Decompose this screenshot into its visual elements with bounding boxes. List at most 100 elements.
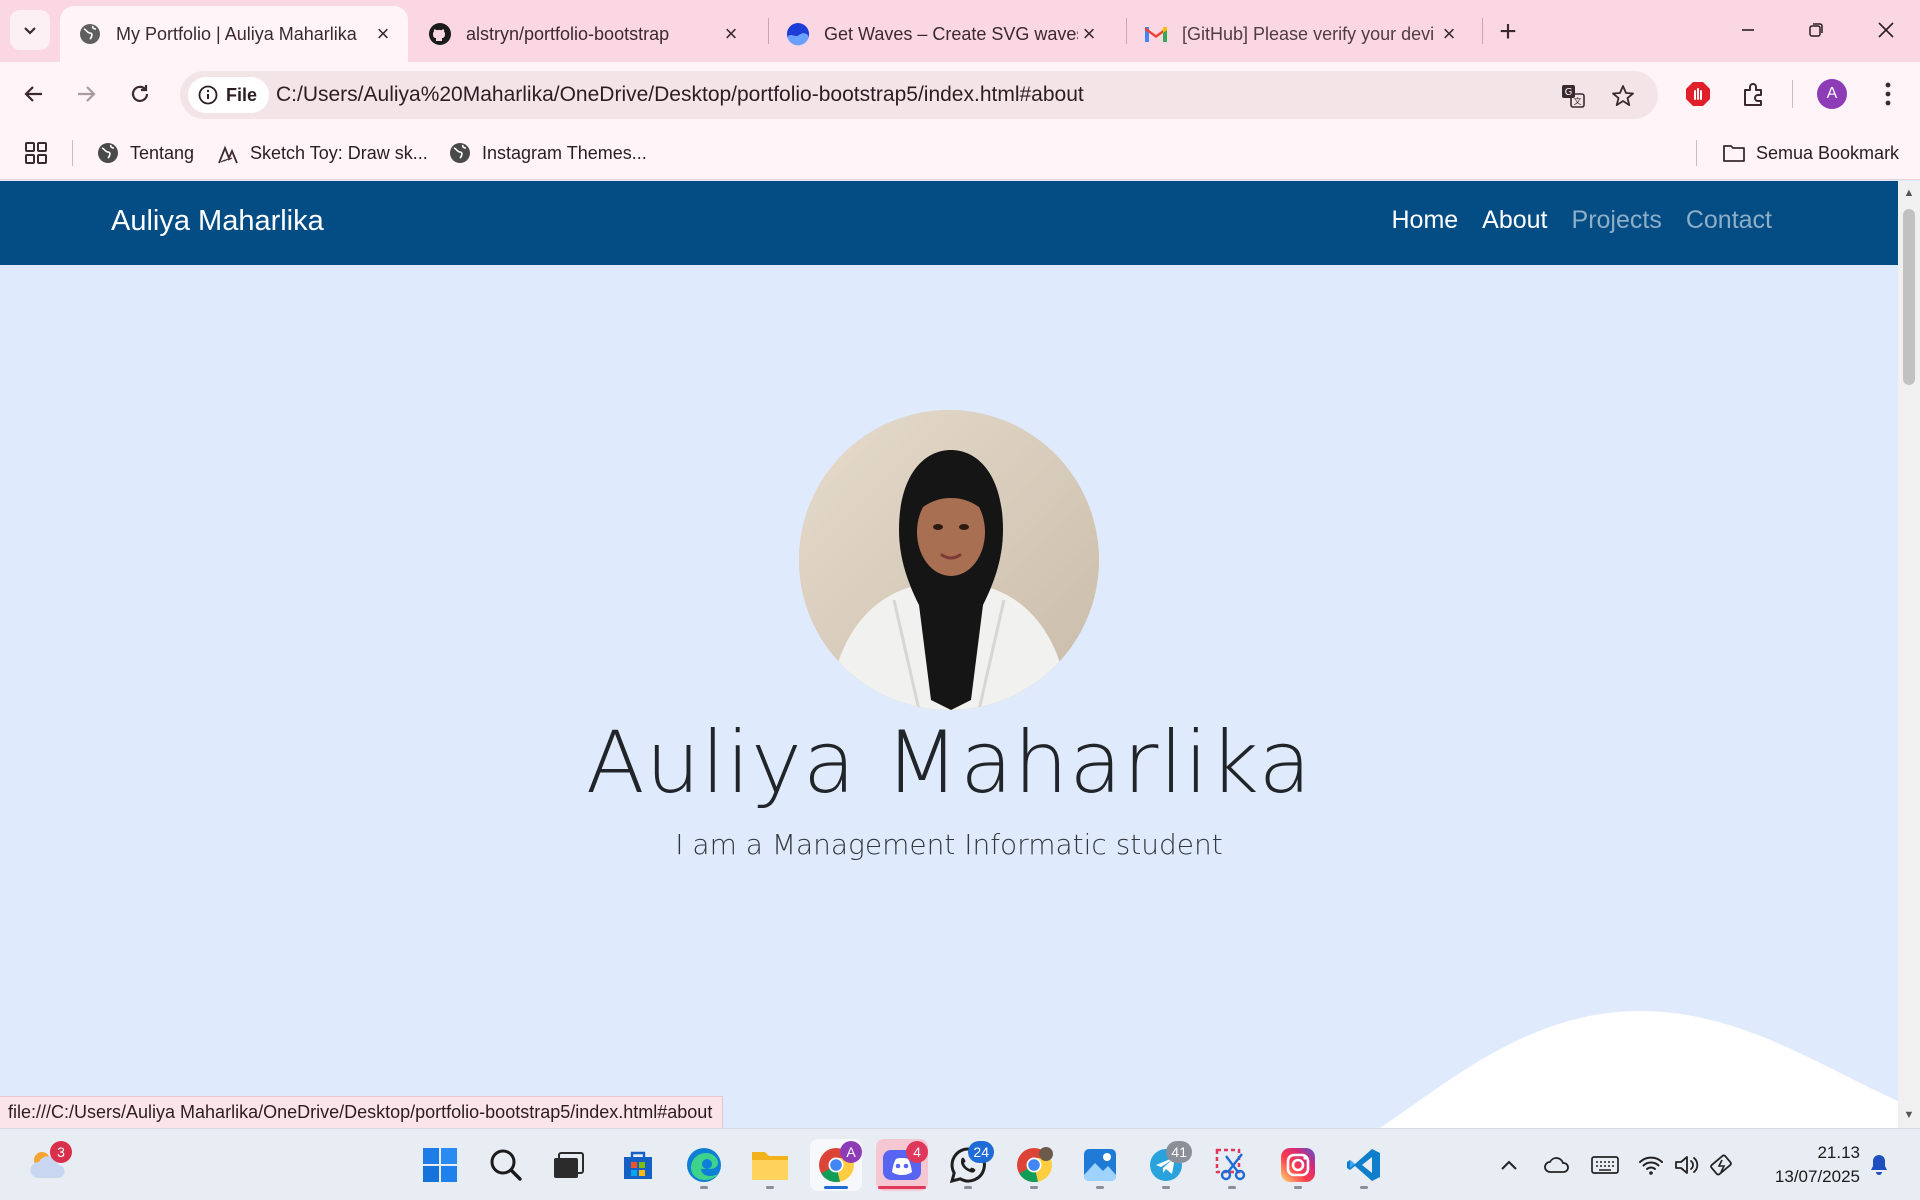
profile-badge: A [840, 1141, 862, 1163]
site-info-label: File [226, 84, 258, 105]
page-scrollbar[interactable]: ▲ ▼ [1898, 181, 1920, 1128]
arrow-right-icon [78, 86, 96, 102]
clock-time: 21.13 [1817, 1143, 1860, 1162]
whatsapp-app[interactable]: 24 [942, 1139, 994, 1191]
scrollbar-thumb[interactable] [1903, 209, 1915, 385]
system-clock[interactable]: 21.13 13/07/2025 [1754, 1141, 1860, 1189]
toolbar-divider [1792, 80, 1793, 108]
translate-icon[interactable]: G文 [1560, 83, 1586, 109]
bookmark-instagram-themes[interactable]: Instagram Themes... [448, 138, 647, 168]
status-url-bubble: file:///C:/Users/Auliya Maharlika/OneDri… [0, 1096, 724, 1128]
forward-button[interactable] [66, 74, 106, 114]
adblock-extension-icon[interactable] [1680, 76, 1716, 112]
menu-button[interactable] [1870, 76, 1906, 112]
restore-button[interactable] [1786, 8, 1846, 52]
new-tab-button[interactable]: + [1490, 14, 1526, 50]
weather-widget[interactable]: 3 [22, 1139, 74, 1191]
reload-icon [131, 85, 149, 102]
weather-badge: 3 [50, 1141, 72, 1163]
close-window-button[interactable] [1856, 8, 1916, 52]
volume-icon[interactable] [1672, 1151, 1702, 1179]
apps-button[interactable] [24, 138, 48, 168]
notifications-button[interactable] [1864, 1151, 1894, 1179]
bookmark-sketch-toy[interactable]: Sketch Toy: Draw sk... [216, 138, 428, 168]
show-hidden-icons-button[interactable] [1494, 1151, 1524, 1179]
vscode-icon [1347, 1149, 1380, 1181]
edge-app[interactable] [678, 1139, 730, 1191]
chrome-icon [1017, 1147, 1053, 1183]
sketch-icon [216, 141, 240, 165]
close-icon[interactable]: × [1078, 21, 1100, 46]
onedrive-tray-icon[interactable] [1542, 1151, 1572, 1179]
bell-icon [1871, 1155, 1887, 1175]
bookmark-label: Sketch Toy: Draw sk... [250, 142, 428, 163]
tab-search-button[interactable] [10, 10, 50, 50]
tab-title: [GitHub] Please verify your devi [1182, 23, 1435, 44]
all-bookmarks-label: Semua Bookmark [1756, 142, 1900, 163]
instagram-app[interactable] [1272, 1139, 1324, 1191]
bookmarks-bar: Tentang Sketch Toy: Draw sk... Instagram… [0, 126, 1920, 180]
close-icon[interactable]: × [720, 21, 742, 46]
tab-github-repo[interactable]: alstryn/portfolio-bootstrap × [410, 6, 756, 62]
url-text[interactable]: C:/Users/Auliya%20Maharlika/OneDrive/Des… [276, 83, 1084, 107]
snipping-tool-app[interactable] [1206, 1139, 1258, 1191]
back-button[interactable] [14, 74, 54, 114]
store-app[interactable] [612, 1139, 664, 1191]
search-button[interactable] [480, 1139, 532, 1191]
taskbar: 3 A 4 24 41 21.13 13/07/2025 [0, 1128, 1920, 1200]
tab-separator [1482, 18, 1483, 44]
tab-title: Get Waves – Create SVG waves [824, 23, 1078, 44]
notification-badge: 4 [906, 1141, 928, 1163]
task-view-button[interactable] [542, 1139, 594, 1191]
extensions-icon[interactable] [1736, 76, 1772, 112]
snipping-icon [1215, 1148, 1246, 1181]
scroll-down-icon[interactable]: ▼ [1903, 1109, 1915, 1121]
notification-badge: 41 [1166, 1141, 1192, 1163]
avatar: A [1817, 79, 1847, 109]
bookmark-star-icon[interactable] [1610, 83, 1636, 109]
close-icon[interactable]: × [372, 21, 394, 46]
globe-icon [78, 22, 102, 46]
profile-button[interactable]: A [1814, 76, 1850, 112]
restore-icon [1809, 23, 1823, 37]
close-icon [1878, 22, 1894, 38]
wifi-icon[interactable] [1636, 1151, 1666, 1179]
chrome-profile-2-app[interactable] [1008, 1139, 1060, 1191]
bookmark-separator [1696, 140, 1697, 166]
tab-my-portfolio[interactable]: My Portfolio | Auliya Maharlika × [60, 6, 408, 62]
info-icon [198, 85, 218, 105]
reload-button[interactable] [120, 74, 160, 114]
tab-title: My Portfolio | Auliya Maharlika [116, 23, 357, 44]
close-icon[interactable]: × [1438, 21, 1460, 46]
scroll-up-icon[interactable]: ▲ [1903, 187, 1915, 199]
bookmark-label: Tentang [130, 142, 195, 163]
start-button[interactable] [414, 1139, 466, 1191]
folder-icon [1722, 141, 1746, 165]
apps-grid-icon [25, 142, 47, 164]
file-explorer-app[interactable] [744, 1139, 796, 1191]
task-view-icon [554, 1152, 584, 1178]
chrome-app[interactable]: A [810, 1139, 862, 1191]
running-indicator [1030, 1186, 1038, 1189]
tab-strip: My Portfolio | Auliya Maharlika × alstry… [0, 0, 1920, 62]
telegram-app[interactable]: 41 [1140, 1139, 1192, 1191]
site-info-chip[interactable]: File [188, 77, 270, 113]
search-icon [490, 1149, 522, 1181]
keyboard-tray-icon[interactable] [1590, 1151, 1620, 1179]
photos-app[interactable] [1074, 1139, 1126, 1191]
plus-icon: + [1499, 15, 1517, 48]
running-indicator [1096, 1186, 1104, 1189]
discord-app[interactable]: 4 [876, 1139, 928, 1191]
tab-title: alstryn/portfolio-bootstrap [466, 23, 670, 44]
arrow-left-icon [24, 86, 42, 102]
vscode-app[interactable] [1338, 1139, 1390, 1191]
tab-get-waves[interactable]: Get Waves – Create SVG waves × [768, 6, 1114, 62]
all-bookmarks-button[interactable]: Semua Bookmark [1722, 138, 1899, 168]
chevron-up-icon [1501, 1160, 1517, 1170]
battery-icon[interactable] [1708, 1151, 1738, 1179]
address-bar[interactable]: File C:/Users/Auliya%20Maharlika/OneDriv… [180, 71, 1658, 119]
gmail-icon [1144, 22, 1168, 46]
minimize-button[interactable] [1718, 8, 1778, 52]
tab-gmail[interactable]: [GitHub] Please verify your devi × [1126, 6, 1474, 62]
bookmark-tentang[interactable]: Tentang [96, 138, 194, 168]
